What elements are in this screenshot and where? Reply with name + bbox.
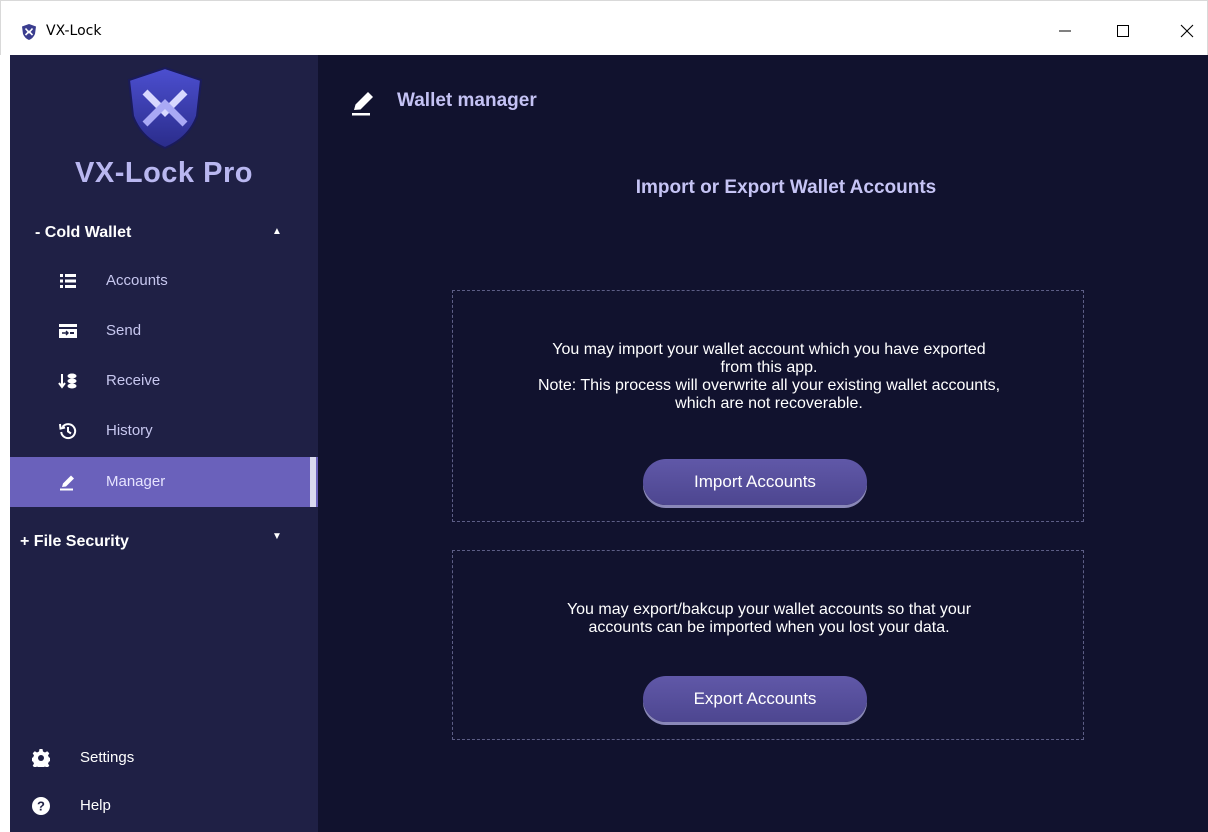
active-indicator (310, 457, 316, 507)
sidebar-item-label: Manager (106, 473, 166, 490)
import-accounts-button[interactable]: Import Accounts (643, 459, 867, 505)
import-panel: You may import your wallet account which… (452, 290, 1084, 522)
vx-lock-logo (127, 66, 203, 150)
page-title: Wallet manager (397, 90, 537, 111)
sidebar-item-settings[interactable]: Settings (10, 737, 318, 777)
sidebar-item-label: History (106, 422, 153, 439)
sidebar-item-receive[interactable]: Receive (10, 356, 318, 406)
export-accounts-button[interactable]: Export Accounts (643, 676, 867, 722)
group-label: - Cold Wallet (35, 224, 132, 241)
help-icon: ? (32, 797, 50, 815)
import-description: You may import your wallet account which… (453, 341, 1085, 413)
expand-caret-icon: ▼ (272, 531, 282, 542)
close-button[interactable] (1167, 13, 1207, 49)
minimize-icon (1059, 30, 1071, 32)
import-line: from this app. (720, 359, 818, 376)
main-content: Wallet manager Import or Export Wallet A… (318, 55, 1208, 832)
group-cold-wallet[interactable]: - Cold Wallet ▲ (10, 218, 318, 248)
export-line: You may export/bakcup your wallet accoun… (566, 601, 972, 618)
sidebar: VX-Lock Pro - Cold Wallet ▲ Accounts Sen… (10, 55, 318, 832)
list-icon (58, 271, 78, 291)
minimize-button[interactable] (1045, 13, 1085, 49)
import-line: Note: This process will overwrite all yo… (537, 377, 1001, 394)
app-shield-icon (22, 24, 36, 40)
sidebar-item-history[interactable]: History (10, 406, 318, 456)
sidebar-item-send[interactable]: Send (10, 306, 318, 356)
pencil-icon (58, 472, 78, 492)
window-title: VX-Lock (46, 23, 102, 39)
export-description: You may export/bakcup your wallet accoun… (453, 601, 1085, 637)
collapse-caret-icon: ▲ (272, 226, 282, 237)
sidebar-item-label: Settings (80, 749, 135, 766)
sidebar-item-label: Send (106, 322, 142, 339)
close-icon (1180, 24, 1194, 38)
group-label: + File Security (20, 533, 129, 550)
sidebar-item-label: Accounts (106, 272, 168, 289)
brand-name: VX-Lock Pro (75, 157, 253, 189)
sidebar-item-manager[interactable]: Manager (10, 457, 318, 507)
export-panel: You may export/bakcup your wallet accoun… (452, 550, 1084, 740)
import-line: You may import your wallet account which… (552, 341, 986, 358)
history-icon (58, 421, 78, 441)
send-icon (58, 321, 78, 341)
subtitle-text: Import or Export Wallet Accounts (635, 177, 937, 198)
gear-icon (32, 749, 50, 767)
title-bar: VX-Lock (0, 0, 1208, 55)
svg-text:?: ? (37, 799, 45, 814)
maximize-button[interactable] (1103, 13, 1143, 49)
sidebar-item-label: Receive (106, 372, 161, 389)
maximize-icon (1117, 25, 1129, 37)
section-subtitle: Import or Export Wallet Accounts (318, 177, 1208, 199)
sidebar-item-help[interactable]: ? Help (10, 785, 318, 825)
sidebar-item-accounts[interactable]: Accounts (10, 256, 318, 306)
import-line: which are not recoverable. (675, 395, 863, 412)
export-line: accounts can be imported when you lost y… (588, 619, 950, 636)
pencil-icon (352, 92, 373, 116)
sidebar-item-label: Help (80, 797, 111, 814)
group-file-security[interactable]: + File Security ▼ (10, 527, 318, 557)
receive-icon (58, 371, 78, 391)
